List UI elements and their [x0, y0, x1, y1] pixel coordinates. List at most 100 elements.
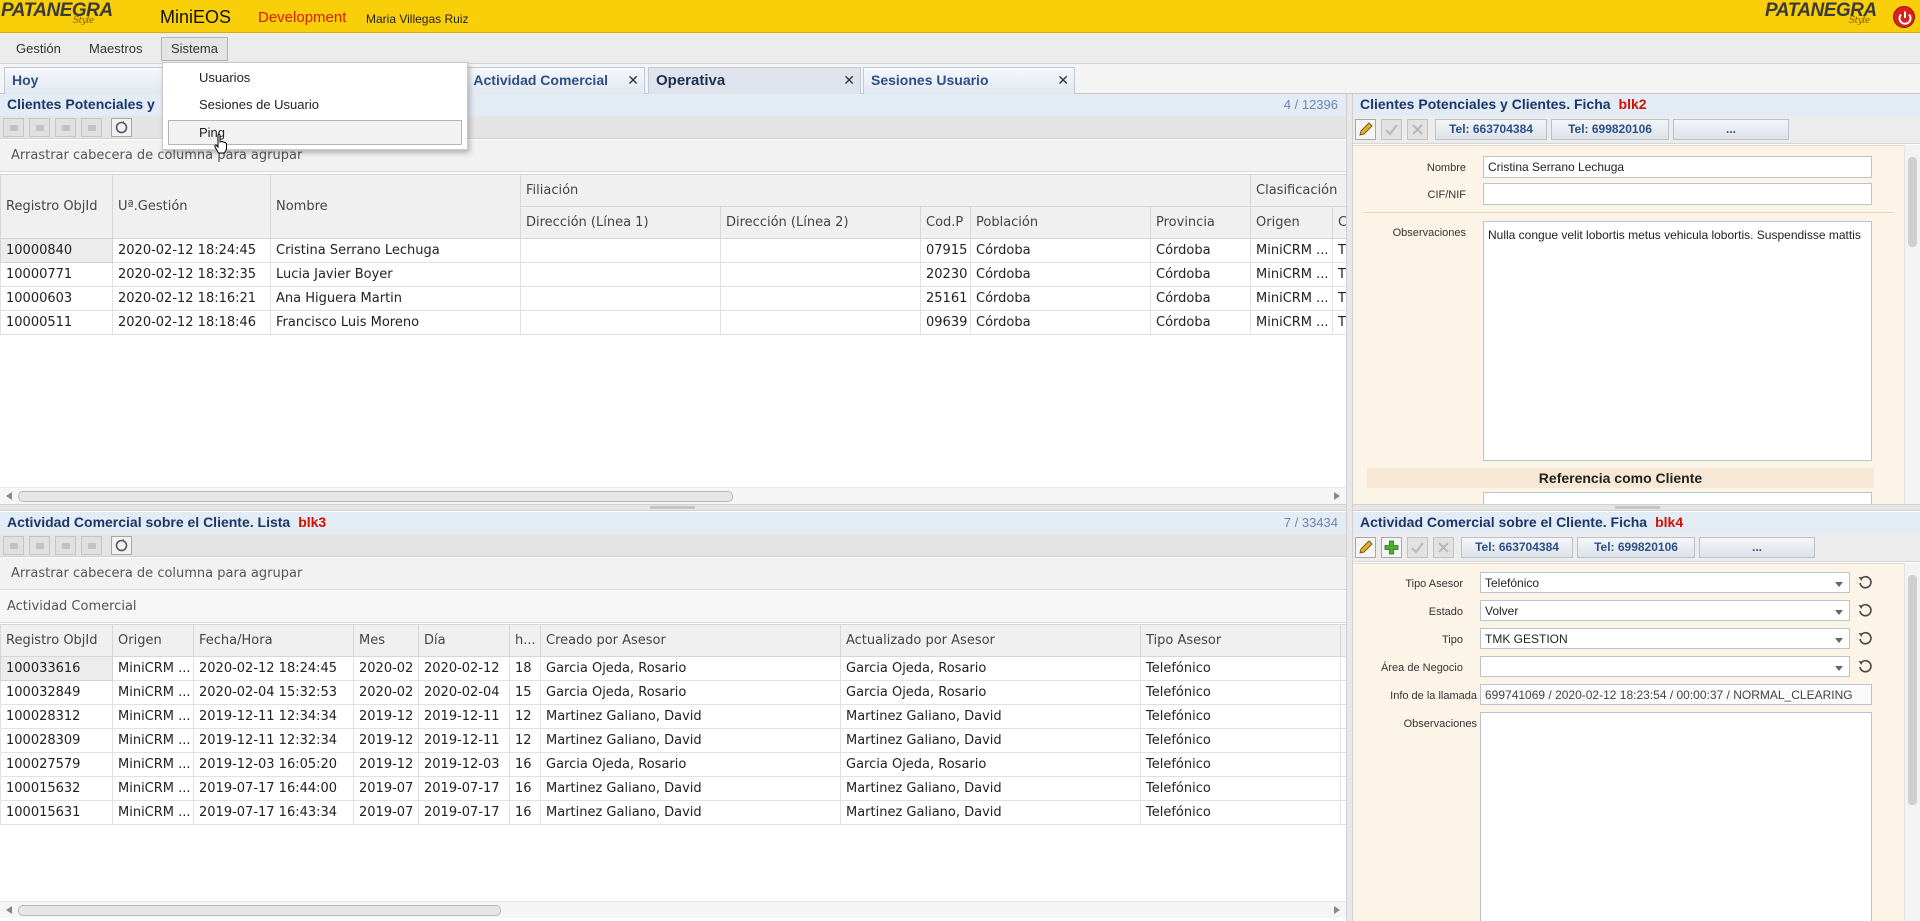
- table-cell[interactable]: Martinez Galiano, David: [840, 728, 1141, 753]
- menu-item-usuarios[interactable]: Usuarios: [163, 65, 467, 91]
- table-cell[interactable]: 18: [509, 656, 541, 681]
- table-cell[interactable]: Martinez Galiano, David: [840, 704, 1141, 729]
- table-cell[interactable]: Garcia Ojeda, Rosario: [840, 752, 1141, 777]
- table-cell[interactable]: Telefónico: [1140, 752, 1341, 777]
- cut-icon[interactable]: [3, 536, 24, 555]
- table-cell[interactable]: Córdoba: [970, 310, 1151, 335]
- table-cell[interactable]: T: [1332, 262, 1346, 287]
- table-row[interactable]: 100027579 MiniCRM ... 2019-12-03 16:05:20 2…: [0, 752, 1346, 777]
- table-cell[interactable]: 2020-02-12 18:32:35: [112, 262, 271, 287]
- accept-check-icon[interactable]: [1407, 537, 1428, 558]
- table-cell[interactable]: 2019-07-17 16:44:00: [193, 776, 354, 801]
- phone-button-2[interactable]: Tel: 699820106: [1577, 537, 1695, 558]
- cancel-x-icon[interactable]: [1407, 119, 1428, 140]
- col-header[interactable]: Registro ObjId: [0, 174, 113, 239]
- table-cell[interactable]: Martinez Galiano, David: [540, 776, 841, 801]
- group-by-bar[interactable]: Arrastrar cabecera de columna para agrup…: [0, 558, 1346, 590]
- reference-field[interactable]: [1483, 492, 1872, 504]
- table-cell[interactable]: Garcia Ojeda, Rosario: [840, 680, 1141, 705]
- horizontal-splitter[interactable]: [1353, 504, 1920, 511]
- table-cell[interactable]: Lucia Javier Boyer: [270, 262, 521, 287]
- scrollbar-thumb[interactable]: [18, 905, 501, 916]
- scroll-right-arrow-icon[interactable]: [1334, 906, 1340, 914]
- table-cell[interactable]: MiniCRM ...: [112, 704, 194, 729]
- table-cell[interactable]: Telefónico: [1140, 776, 1341, 801]
- vertical-splitter[interactable]: [1346, 94, 1353, 921]
- table-cell[interactable]: 2019-07-17: [418, 800, 510, 825]
- table-cell[interactable]: T: [1332, 310, 1346, 335]
- copy-icon[interactable]: [55, 536, 76, 555]
- col-header[interactable]: Registro ObjId: [0, 624, 113, 657]
- table-cell[interactable]: 100033616: [0, 656, 113, 681]
- table-cell[interactable]: T: [1332, 286, 1346, 311]
- table-cell[interactable]: [720, 310, 921, 335]
- phone-button-1[interactable]: Tel: 663704384: [1461, 537, 1573, 558]
- close-icon[interactable]: ✕: [627, 68, 639, 93]
- scrollbar-thumb[interactable]: [1908, 575, 1917, 805]
- table-cell[interactable]: MiniCRM ...: [112, 752, 194, 777]
- table-cell[interactable]: 12: [509, 728, 541, 753]
- more-button[interactable]: ...: [1699, 537, 1815, 558]
- table-cell[interactable]: 10000603: [0, 286, 113, 311]
- table-row[interactable]: 10000771 2020-02-12 18:32:35 Lucia Javier …: [0, 262, 1346, 287]
- edit-icon[interactable]: [29, 118, 50, 137]
- scroll-left-arrow-icon[interactable]: [6, 492, 12, 500]
- col-header[interactable]: Creado por Asesor: [540, 624, 841, 657]
- table-cell[interactable]: 2019-12-11: [418, 728, 510, 753]
- power-icon[interactable]: [1893, 6, 1915, 28]
- col-header[interactable]: Mes: [353, 624, 419, 657]
- horizontal-scrollbar[interactable]: [0, 901, 1346, 918]
- table-cell[interactable]: Telefónico: [1140, 656, 1341, 681]
- reset-icon[interactable]: [1857, 602, 1873, 618]
- table-cell[interactable]: [520, 238, 721, 263]
- copy-icon[interactable]: [55, 118, 76, 137]
- table-cell[interactable]: 2019-07-17: [418, 776, 510, 801]
- col-header[interactable]: Cod.P: [920, 206, 971, 239]
- table-cell[interactable]: 100015631: [0, 800, 113, 825]
- table-cell[interactable]: MiniCRM ...: [112, 776, 194, 801]
- reset-icon[interactable]: [1857, 574, 1873, 590]
- col-header[interactable]: Origen: [112, 624, 194, 657]
- close-icon[interactable]: ✕: [843, 68, 855, 93]
- table-cell[interactable]: Córdoba: [1149, 238, 1252, 263]
- table-row[interactable]: 100028309 MiniCRM ... 2019-12-11 12:32:34 2…: [0, 728, 1346, 753]
- table-cell[interactable]: Telefónico: [1140, 800, 1341, 825]
- col-header[interactable]: Uª.Gestión: [112, 174, 271, 239]
- table-cell[interactable]: 2020-02-12 18:18:46: [112, 310, 271, 335]
- table-cell[interactable]: Córdoba: [1149, 310, 1252, 335]
- table-cell[interactable]: [520, 310, 721, 335]
- table-cell[interactable]: 100027579: [0, 752, 113, 777]
- table-row[interactable]: 10000603 2020-02-12 18:16:21 Ana Higuera M…: [0, 286, 1346, 311]
- more-button[interactable]: ...: [1673, 119, 1789, 140]
- table-cell[interactable]: 10000511: [0, 310, 113, 335]
- edit-pencil-icon[interactable]: [1355, 537, 1376, 558]
- table-cell[interactable]: Córdoba: [970, 238, 1151, 263]
- table-cell[interactable]: 100028309: [0, 728, 113, 753]
- table-cell[interactable]: 20230: [920, 262, 971, 287]
- table-cell[interactable]: MiniCRM ...: [112, 800, 194, 825]
- table-row[interactable]: 100028312 MiniCRM ... 2019-12-11 12:34:34 2…: [0, 704, 1346, 729]
- menu-gestion[interactable]: Gestión: [6, 37, 71, 61]
- area-negocio-select[interactable]: [1480, 656, 1850, 677]
- table-cell[interactable]: [720, 286, 921, 311]
- table-row[interactable]: 100015631 MiniCRM ... 2019-07-17 16:43:34 2…: [0, 800, 1346, 825]
- add-plus-icon[interactable]: [1381, 537, 1402, 558]
- table-cell[interactable]: 2019-12-11: [418, 704, 510, 729]
- table-cell[interactable]: 15: [509, 680, 541, 705]
- estado-select[interactable]: Volver: [1480, 600, 1850, 621]
- table-cell[interactable]: 2020-02-12 18:24:45: [112, 238, 271, 263]
- refresh-icon[interactable]: [111, 536, 132, 555]
- table-cell[interactable]: Garcia Ojeda, Rosario: [840, 656, 1141, 681]
- table-cell[interactable]: Telefónico: [1140, 680, 1341, 705]
- delete-icon[interactable]: [81, 118, 102, 137]
- observaciones-textarea[interactable]: [1480, 712, 1872, 921]
- table-cell[interactable]: 100015632: [0, 776, 113, 801]
- vertical-scrollbar[interactable]: [1904, 563, 1920, 921]
- table-cell[interactable]: Martinez Galiano, David: [540, 728, 841, 753]
- table-cell[interactable]: 2019-12-11 12:34:34: [193, 704, 354, 729]
- table-cell[interactable]: Córdoba: [970, 286, 1151, 311]
- table-cell[interactable]: Martinez Galiano, David: [840, 776, 1141, 801]
- table-cell[interactable]: Garcia Ojeda, Rosario: [540, 680, 841, 705]
- table-cell[interactable]: 2019-12-03 16:05:20: [193, 752, 354, 777]
- tab-hoy[interactable]: Hoy: [4, 67, 163, 94]
